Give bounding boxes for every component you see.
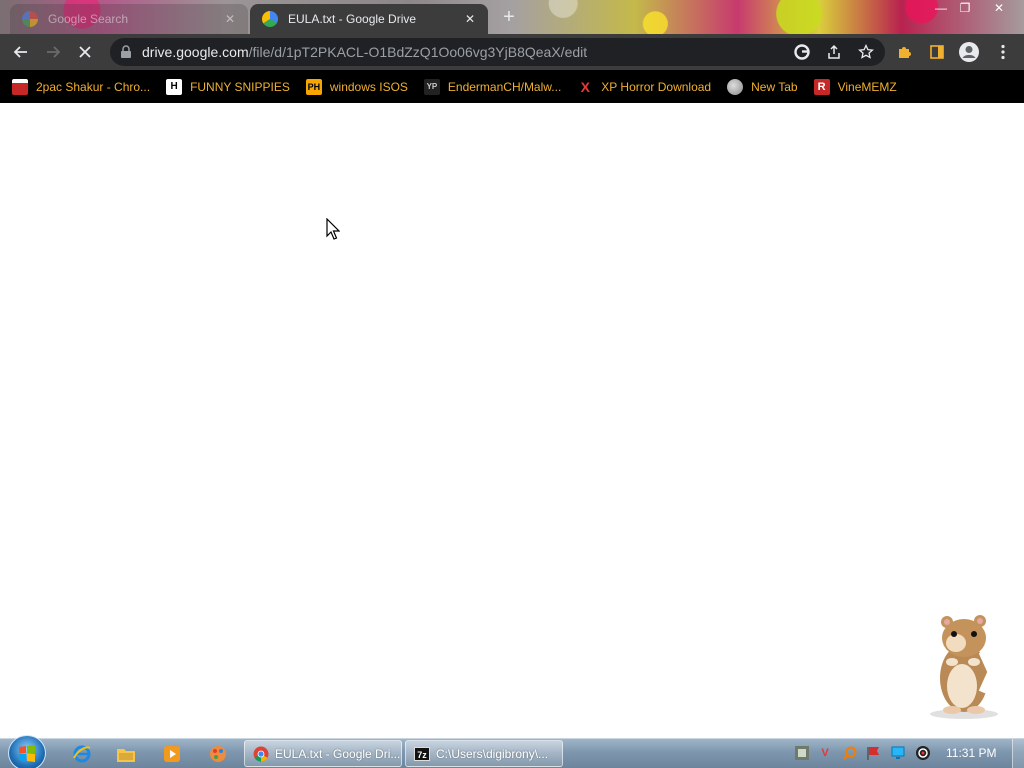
- side-panel-icon: [930, 45, 944, 59]
- chrome-icon: [253, 746, 269, 762]
- bookmark-label: XP Horror Download: [601, 79, 712, 94]
- windows-taskbar: EULA.txt - Google Dri... 7z C:\Users\dig…: [0, 735, 1024, 768]
- media-player-icon[interactable]: [154, 742, 190, 766]
- stop-icon: [79, 46, 91, 58]
- url-path: /file/d/1pT2PKACL-O1BdZzQ1Oo06vg3YjB8Qea…: [248, 44, 588, 60]
- bookmark-label: EndermanCH/Malw...: [447, 79, 562, 94]
- bookmark-endermanch[interactable]: YP EndermanCH/Malw...: [423, 75, 562, 99]
- start-button[interactable]: [8, 735, 46, 768]
- tray-volume-icon[interactable]: [915, 745, 931, 761]
- tab-title: Google Search: [48, 12, 129, 26]
- taskbar-7zip-window[interactable]: 7z C:\Users\digibrony\...: [405, 740, 563, 767]
- task-label: C:\Users\digibrony\...: [436, 746, 549, 761]
- page-content: [0, 103, 1024, 738]
- file-explorer-icon[interactable]: [108, 742, 144, 766]
- back-button[interactable]: [8, 39, 34, 65]
- tray-network-icon[interactable]: [890, 745, 906, 761]
- bookmark-new-tab[interactable]: New Tab: [727, 75, 798, 99]
- taskbar-clock[interactable]: 11:31 PM: [946, 746, 996, 760]
- avatar-icon: [959, 42, 979, 62]
- tab-google-search[interactable]: Google Search ✕: [10, 4, 248, 34]
- tray-flag-icon[interactable]: [866, 745, 882, 761]
- bookmark-windows-isos[interactable]: PH windows ISOS: [305, 75, 408, 99]
- 7zip-icon: 7z: [414, 746, 430, 761]
- bookmark-label: VineMEMZ: [837, 79, 897, 94]
- chrome-menu-button[interactable]: [990, 39, 1016, 65]
- close-tab-icon[interactable]: ✕: [222, 11, 238, 27]
- tab-title: EULA.txt - Google Drive: [288, 12, 417, 26]
- youtube-premium-icon: YP: [423, 78, 440, 95]
- bookmark-2pac[interactable]: 2pac Shakur - Chro...: [12, 75, 150, 99]
- tray-v-icon[interactable]: V: [817, 745, 833, 761]
- url-host: drive.google.com: [142, 44, 249, 60]
- stop-loading-button[interactable]: [72, 39, 98, 65]
- bookmarks-bar: 2pac Shakur - Chro... H FUNNY SNIPPIES P…: [0, 70, 1024, 103]
- minimize-button[interactable]: —: [928, 0, 954, 18]
- side-panel-button[interactable]: [924, 39, 950, 65]
- bookmark-star-icon[interactable]: [856, 42, 876, 62]
- forward-button[interactable]: [40, 39, 66, 65]
- lock-icon[interactable]: [120, 45, 132, 59]
- bookmark-label: New Tab: [751, 79, 798, 94]
- google-lens-icon[interactable]: [792, 42, 812, 62]
- url-text[interactable]: drive.google.com/file/d/1pT2PKACL-O1BdZz…: [142, 44, 587, 60]
- calendar-icon: [12, 78, 28, 95]
- bookmark-vinememz[interactable]: R VineMEMZ: [813, 75, 897, 99]
- bookmark-xp-horror[interactable]: X XP Horror Download: [577, 75, 712, 99]
- bookmark-label: FUNNY SNIPPIES: [190, 79, 290, 94]
- address-bar[interactable]: drive.google.com/file/d/1pT2PKACL-O1BdZz…: [110, 38, 885, 66]
- show-desktop-button[interactable]: [1012, 739, 1024, 768]
- puzzle-icon: [899, 47, 911, 58]
- bookmark-label: 2pac Shakur - Chro...: [36, 79, 151, 94]
- h-icon: H: [166, 78, 183, 95]
- tray-search-icon[interactable]: [842, 745, 858, 761]
- mouse-cursor-icon: [326, 218, 340, 240]
- windows-logo-icon: [19, 745, 35, 762]
- bookmark-funny-snippies[interactable]: H FUNNY SNIPPIES: [166, 75, 290, 99]
- google-drive-icon: [262, 11, 278, 27]
- extensions-button[interactable]: [892, 39, 918, 65]
- hamster-desktop-pet[interactable]: [918, 612, 1010, 720]
- back-arrow-icon: [13, 46, 27, 58]
- new-tab-button[interactable]: +: [496, 7, 522, 29]
- bookmark-label: windows ISOS: [329, 79, 408, 94]
- profile-button[interactable]: [956, 39, 982, 65]
- globe-icon: [727, 78, 744, 95]
- close-tab-icon[interactable]: ✕: [462, 11, 478, 27]
- taskbar-chrome-window[interactable]: EULA.txt - Google Dri...: [244, 740, 402, 767]
- task-label: EULA.txt - Google Dri...: [275, 746, 401, 761]
- close-window-button[interactable]: ✕: [986, 0, 1012, 18]
- kebab-menu-icon: [1001, 44, 1005, 60]
- x-icon: X: [580, 78, 590, 95]
- ph-icon: PH: [305, 78, 322, 95]
- r-icon: R: [813, 78, 830, 95]
- maximize-button[interactable]: ❐: [952, 0, 978, 18]
- browser-toolbar: drive.google.com/file/d/1pT2PKACL-O1BdZz…: [0, 34, 1024, 70]
- paint-app-icon[interactable]: [200, 742, 236, 766]
- forward-arrow-icon: [47, 46, 61, 58]
- tab-strip: Google Search ✕ EULA.txt - Google Drive …: [0, 0, 1024, 34]
- tray-app-icon[interactable]: [794, 745, 810, 761]
- google-icon: [22, 11, 38, 27]
- internet-explorer-icon[interactable]: [64, 742, 100, 766]
- tab-eula-drive[interactable]: EULA.txt - Google Drive ✕: [250, 4, 488, 34]
- share-icon[interactable]: [824, 42, 844, 62]
